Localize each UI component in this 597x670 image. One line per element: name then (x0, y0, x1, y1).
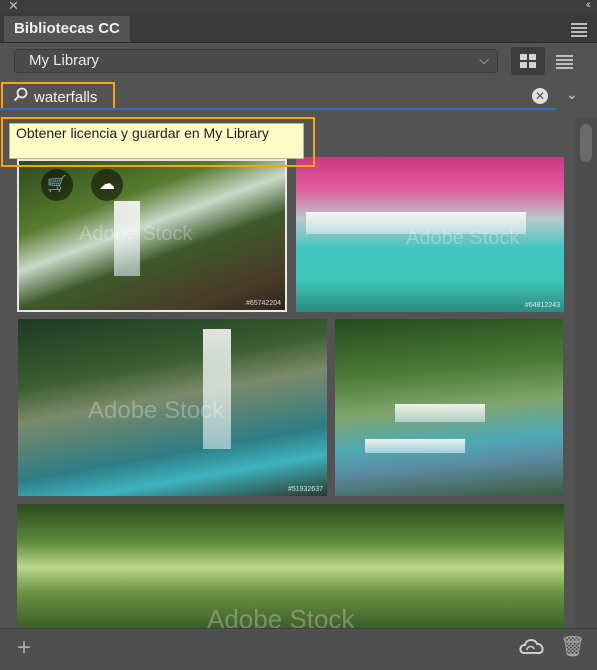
stock-thumbnail[interactable]: 🛒 ☁ Adobe Stock #65742204 (17, 159, 287, 312)
chevron-down-icon[interactable]: ⌄ (566, 86, 578, 103)
watermark: Adobe Stock (79, 223, 193, 245)
scrollbar[interactable] (575, 118, 597, 630)
grid-view-button[interactable] (511, 47, 545, 75)
search-input[interactable] (34, 87, 514, 107)
stock-thumbnail[interactable]: Adobe Stock (17, 504, 564, 628)
list-view-icon (556, 55, 573, 71)
creative-cloud-sync-icon[interactable] (518, 635, 546, 659)
collapse-panel-icon[interactable]: ‹‹ (586, 0, 592, 11)
add-content-icon[interactable]: + (17, 634, 31, 662)
stock-thumbnail[interactable]: Adobe Stock #51932637 (18, 319, 327, 496)
list-view-button[interactable] (548, 47, 582, 75)
cloud-download-icon[interactable]: ☁ (91, 169, 123, 201)
watermark: Adobe Stock (88, 397, 225, 424)
grid-view-icon (520, 54, 536, 68)
clear-search-icon[interactable]: ✕ (532, 88, 548, 104)
stock-id: #51932637 (287, 486, 323, 493)
watermark: Adobe Stock (406, 227, 520, 249)
library-dropdown[interactable]: My Library ⌵ (14, 49, 498, 73)
stock-thumbnail[interactable] (335, 319, 563, 496)
panel-tabbar: Bibliotecas CC (0, 14, 597, 43)
search-underline (0, 108, 556, 110)
panel-tab-title[interactable]: Bibliotecas CC (4, 16, 130, 42)
search-icon (13, 87, 29, 108)
stock-results-grid: 🛒 ☁ Adobe Stock #65742204 Adobe Stock #6… (0, 150, 575, 628)
stock-thumbnail[interactable]: Adobe Stock #64812243 (296, 157, 564, 312)
watermark: Adobe Stock (207, 604, 355, 628)
tooltip: Obtener licencia y guardar en My Library (9, 123, 304, 159)
stock-id: #65742204 (245, 300, 281, 307)
scrollbar-thumb[interactable] (580, 124, 592, 162)
cc-libraries-panel: ✕ ‹‹ Bibliotecas CC My Library ⌵ ✕ ⌄ (0, 0, 597, 670)
trash-icon[interactable]: 🗑 (560, 634, 585, 659)
panel-footer: + 🗑 (0, 628, 597, 670)
stock-id: #64812243 (524, 302, 560, 309)
panel-titlebar: ✕ ‹‹ (0, 0, 597, 14)
search-row: ✕ ⌄ (0, 82, 597, 112)
close-icon[interactable]: ✕ (8, 0, 19, 14)
license-cart-icon[interactable]: 🛒 (41, 169, 73, 201)
chevron-down-icon: ⌵ (479, 52, 489, 67)
panel-menu-icon[interactable] (571, 23, 587, 39)
library-dropdown-value: My Library (29, 52, 100, 69)
